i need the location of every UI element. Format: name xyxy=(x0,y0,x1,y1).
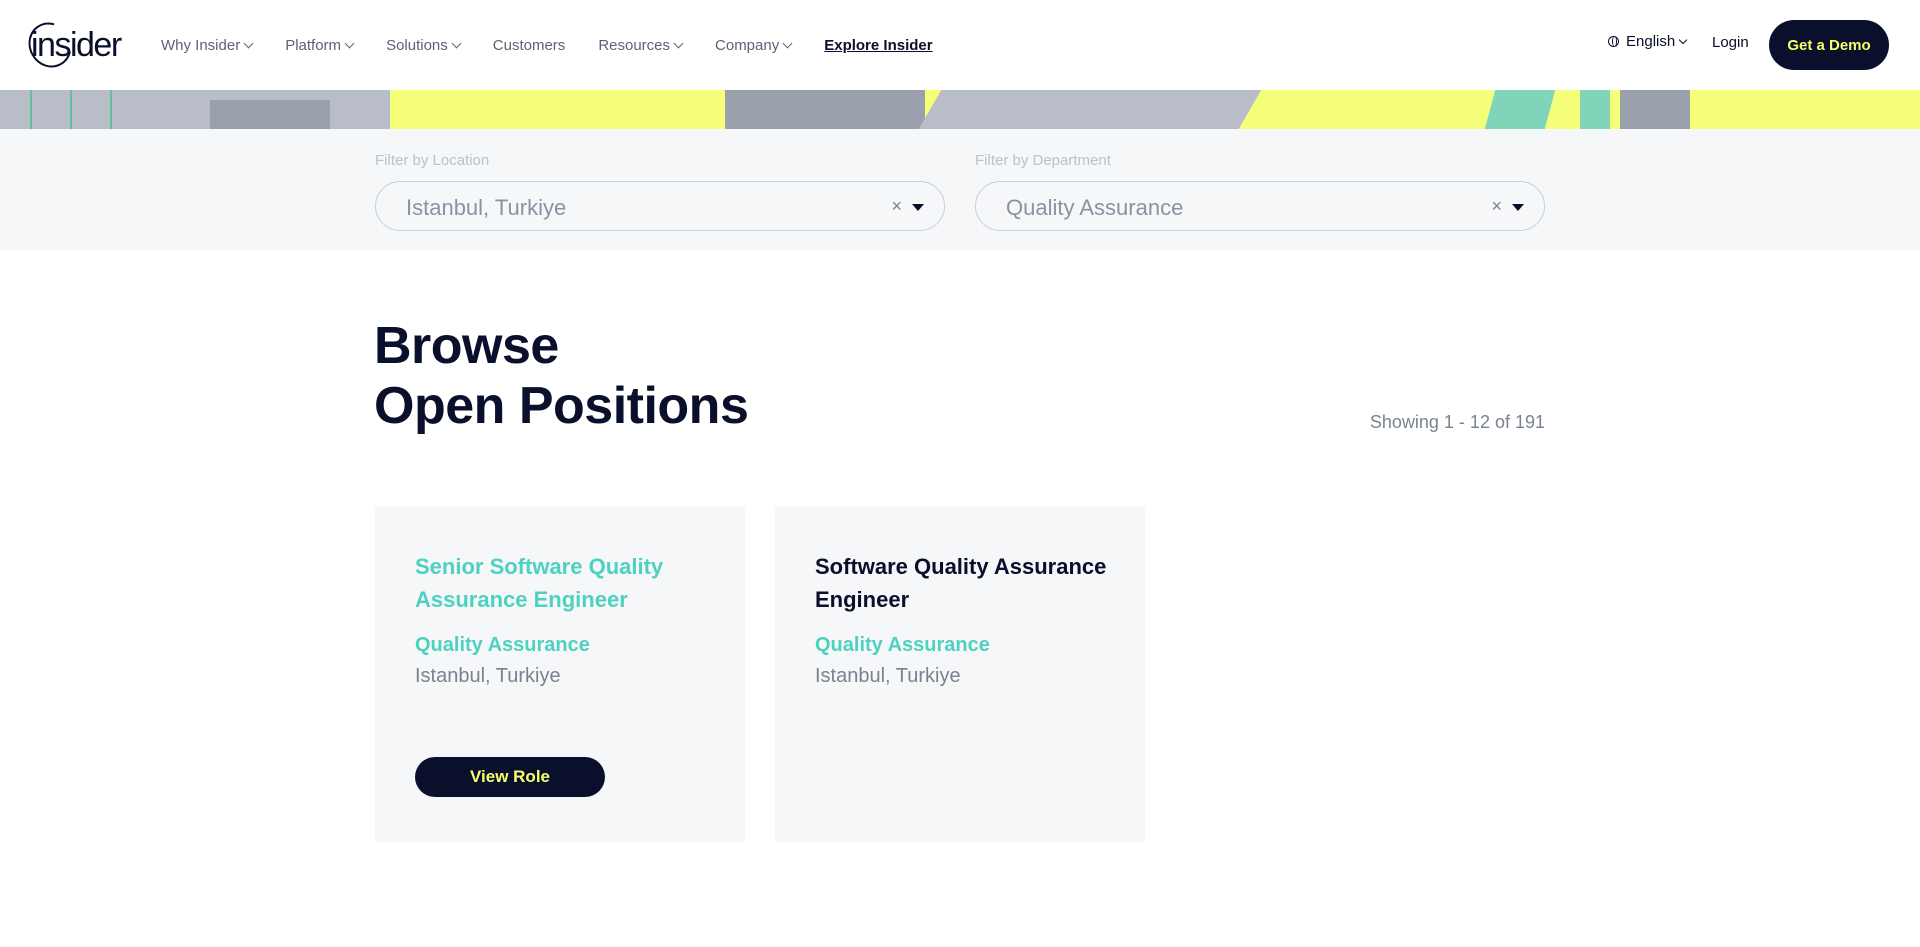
hero-shape xyxy=(30,90,32,129)
logo-ring-icon xyxy=(20,14,80,76)
page-title: Browse Open Positions xyxy=(374,316,749,436)
site-header: insider Why Insider Platform Solutions C… xyxy=(0,0,1920,90)
job-card[interactable]: Software Quality Assurance Engineer Qual… xyxy=(775,507,1145,842)
hero-shape xyxy=(725,90,925,129)
clear-icon[interactable]: × xyxy=(1491,196,1502,217)
job-title[interactable]: Software Quality Assurance Engineer xyxy=(815,550,1115,616)
nav-platform[interactable]: Platform xyxy=(285,36,355,54)
results-count: Showing 1 - 12 of 191 xyxy=(1369,412,1545,432)
get-a-demo-button[interactable]: Get a Demo xyxy=(1769,20,1889,70)
hero-shape xyxy=(0,90,390,129)
job-location: Istanbul, Turkiye xyxy=(815,665,961,687)
filter-bar: Filter by Location Istanbul, Turkiye × F… xyxy=(0,129,1920,250)
chevron-down-icon xyxy=(451,38,462,48)
nav-label: Resources xyxy=(598,36,671,54)
hero-banner-image xyxy=(0,90,1920,129)
job-card[interactable]: Senior Software Quality Assurance Engine… xyxy=(375,507,745,842)
clear-icon[interactable]: × xyxy=(891,196,902,217)
language-label: English xyxy=(1626,33,1676,50)
department-select-value: Quality Assurance xyxy=(1006,195,1184,220)
hero-shape xyxy=(1484,90,1556,129)
department-filter-label: Filter by Department xyxy=(975,152,1111,169)
job-title[interactable]: Senior Software Quality Assurance Engine… xyxy=(415,550,715,616)
caret-down-icon[interactable] xyxy=(1512,204,1524,211)
globe-icon xyxy=(1608,36,1619,47)
hero-shape xyxy=(210,100,330,129)
department-select[interactable]: Quality Assurance × xyxy=(975,181,1545,231)
nav-label: Customers xyxy=(492,36,566,54)
nav-company[interactable]: Company xyxy=(715,36,793,54)
nav-label: Company xyxy=(715,36,780,54)
chevron-down-icon xyxy=(344,38,355,48)
nav-solutions[interactable]: Solutions xyxy=(386,36,462,54)
location-filter-label: Filter by Location xyxy=(375,152,490,169)
caret-down-icon[interactable] xyxy=(912,204,924,211)
nav-label: Platform xyxy=(285,36,342,54)
chevron-down-icon xyxy=(243,38,254,48)
nav-label: Why Insider xyxy=(161,36,241,54)
location-select-value: Istanbul, Turkiye xyxy=(406,195,567,220)
nav-label: Solutions xyxy=(386,36,448,54)
chevron-down-icon xyxy=(782,38,793,48)
job-location: Istanbul, Turkiye xyxy=(415,665,561,687)
chevron-down-icon xyxy=(1678,35,1688,44)
nav-explore-insider[interactable]: Explore Insider xyxy=(824,37,932,54)
nav-customers[interactable]: Customers xyxy=(493,37,566,54)
hero-shape xyxy=(110,90,112,129)
hero-shape xyxy=(1580,90,1610,129)
hero-shape xyxy=(918,90,1262,129)
location-select[interactable]: Istanbul, Turkiye × xyxy=(375,181,945,231)
nav-label: Explore Insider xyxy=(824,36,933,54)
language-selector[interactable]: English xyxy=(1608,33,1688,50)
view-role-button[interactable]: View Role xyxy=(415,757,605,797)
hero-shape xyxy=(70,90,72,129)
job-department: Quality Assurance xyxy=(815,634,990,656)
main-nav: Why Insider Platform Solutions Customers… xyxy=(161,0,966,90)
page-title-line1: Browse xyxy=(374,317,559,375)
insider-logo[interactable]: insider xyxy=(20,14,122,76)
nav-why-insider[interactable]: Why Insider xyxy=(161,36,254,54)
job-department: Quality Assurance xyxy=(415,634,590,656)
login-link[interactable]: Login xyxy=(1712,34,1749,51)
page-title-line2: Open Positions xyxy=(374,377,749,435)
hero-shape xyxy=(1620,90,1690,129)
chevron-down-icon xyxy=(673,38,684,48)
nav-resources[interactable]: Resources xyxy=(598,36,684,54)
